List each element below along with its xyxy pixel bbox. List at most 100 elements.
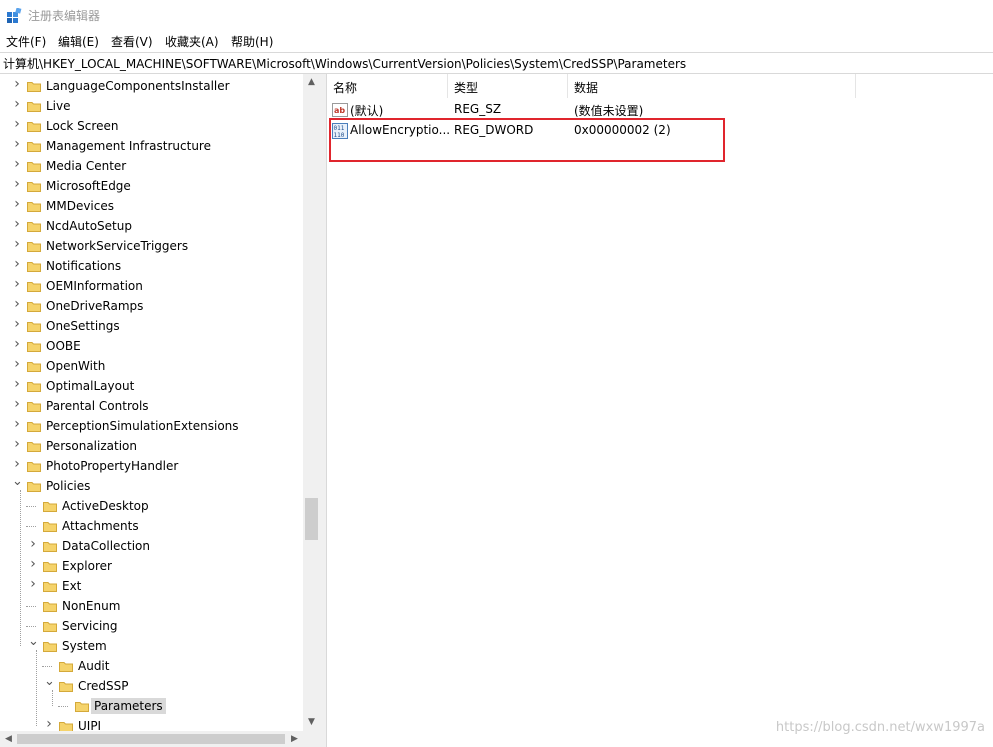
horizontal-scroll-thumb[interactable] bbox=[17, 734, 285, 744]
tree-item-label[interactable]: OneDriveRamps bbox=[43, 298, 146, 314]
chevron-right-icon[interactable]: › bbox=[12, 397, 22, 411]
tree-item[interactable]: › Explorer bbox=[0, 556, 303, 576]
tree-item-label[interactable]: OOBE bbox=[43, 338, 84, 354]
chevron-right-icon[interactable]: › bbox=[12, 277, 22, 291]
tree-item-label[interactable]: LanguageComponentsInstaller bbox=[43, 78, 233, 94]
tree-item[interactable]: › OpenWith bbox=[0, 356, 303, 376]
tree-item[interactable]: › DataCollection bbox=[0, 536, 303, 556]
chevron-right-icon[interactable]: › bbox=[28, 557, 38, 571]
menu-favorites[interactable]: 收藏夹(A) bbox=[165, 33, 219, 50]
tree-item[interactable]: › OneSettings bbox=[0, 316, 303, 336]
chevron-right-icon[interactable]: › bbox=[12, 417, 22, 431]
tree-item-label[interactable]: PerceptionSimulationExtensions bbox=[43, 418, 242, 434]
chevron-right-icon[interactable]: › bbox=[12, 257, 22, 271]
tree-item[interactable]: › Lock Screen bbox=[0, 116, 303, 136]
chevron-right-icon[interactable]: › bbox=[12, 177, 22, 191]
tree-item[interactable]: NonEnum bbox=[0, 596, 303, 616]
tree-item-label[interactable]: ActiveDesktop bbox=[59, 498, 152, 514]
tree-item-label[interactable]: Policies bbox=[43, 478, 93, 494]
tree-item-label[interactable]: OEMInformation bbox=[43, 278, 146, 294]
scroll-thumb[interactable] bbox=[305, 498, 318, 540]
tree-item-label[interactable]: CredSSP bbox=[75, 678, 132, 694]
tree-item-label[interactable]: PhotoPropertyHandler bbox=[43, 458, 181, 474]
tree-item[interactable]: › Parental Controls bbox=[0, 396, 303, 416]
chevron-right-icon[interactable]: › bbox=[12, 317, 22, 331]
tree-item[interactable]: ⌄ CredSSP bbox=[0, 675, 303, 696]
chevron-right-icon[interactable]: › bbox=[28, 537, 38, 551]
tree-item[interactable]: › NcdAutoSetup bbox=[0, 216, 303, 236]
chevron-right-icon[interactable]: › bbox=[12, 217, 22, 231]
values-pane[interactable]: 名称 类型 数据 ab (默认) REG_SZ (数值未设置) 011 110 … bbox=[327, 74, 993, 747]
scroll-up-icon[interactable]: ▲ bbox=[303, 74, 320, 91]
tree-horizontal-scrollbar[interactable]: ◀ ▶ bbox=[0, 731, 303, 747]
tree-item[interactable]: › NetworkServiceTriggers bbox=[0, 236, 303, 256]
tree-item-label[interactable]: Lock Screen bbox=[43, 118, 121, 134]
tree-item[interactable]: ActiveDesktop bbox=[0, 496, 303, 516]
tree-item[interactable]: › Live bbox=[0, 96, 303, 116]
chevron-right-icon[interactable]: › bbox=[12, 337, 22, 351]
pane-splitter[interactable] bbox=[320, 74, 327, 747]
tree-item-label[interactable]: MMDevices bbox=[43, 198, 117, 214]
chevron-down-icon[interactable]: ⌄ bbox=[44, 675, 55, 688]
scroll-right-icon[interactable]: ▶ bbox=[286, 731, 303, 747]
address-bar[interactable]: 计算机\HKEY_LOCAL_MACHINE\SOFTWARE\Microsof… bbox=[0, 52, 993, 74]
chevron-right-icon[interactable]: › bbox=[12, 237, 22, 251]
menu-view[interactable]: 查看(V) bbox=[111, 33, 153, 50]
tree-item[interactable]: › OneDriveRamps bbox=[0, 296, 303, 316]
tree-item-label[interactable]: Parameters bbox=[91, 698, 166, 714]
tree-item[interactable]: › UIPI bbox=[0, 716, 303, 731]
tree-item-label[interactable]: OneSettings bbox=[43, 318, 123, 334]
menu-file[interactable]: 文件(F) bbox=[6, 33, 46, 50]
chevron-right-icon[interactable]: › bbox=[12, 117, 22, 131]
column-header-type[interactable]: 类型 bbox=[448, 74, 568, 98]
menu-edit[interactable]: 编辑(E) bbox=[58, 33, 99, 50]
tree-item-label[interactable]: Servicing bbox=[59, 618, 121, 634]
tree-item[interactable]: Audit bbox=[0, 656, 303, 676]
tree-vertical-scrollbar[interactable]: ▲ ▼ bbox=[303, 74, 320, 731]
scroll-left-icon[interactable]: ◀ bbox=[0, 731, 17, 747]
chevron-right-icon[interactable]: › bbox=[28, 577, 38, 591]
tree-item-label[interactable]: Media Center bbox=[43, 158, 129, 174]
tree-item-label[interactable]: UIPI bbox=[75, 718, 104, 731]
scroll-down-icon[interactable]: ▼ bbox=[303, 714, 320, 731]
chevron-right-icon[interactable]: › bbox=[12, 77, 22, 91]
tree-item-label[interactable]: OptimalLayout bbox=[43, 378, 137, 394]
chevron-right-icon[interactable]: › bbox=[12, 197, 22, 211]
chevron-right-icon[interactable]: › bbox=[12, 297, 22, 311]
tree-item[interactable]: Attachments bbox=[0, 516, 303, 536]
tree-item-label[interactable]: Management Infrastructure bbox=[43, 138, 214, 154]
chevron-right-icon[interactable]: › bbox=[12, 97, 22, 111]
chevron-right-icon[interactable]: › bbox=[12, 137, 22, 151]
tree-item[interactable]: › LanguageComponentsInstaller bbox=[0, 76, 303, 96]
tree-item-label[interactable]: Audit bbox=[75, 658, 112, 674]
tree-item[interactable]: › Notifications bbox=[0, 256, 303, 276]
tree-item-label[interactable]: Live bbox=[43, 98, 74, 114]
chevron-right-icon[interactable]: › bbox=[44, 717, 54, 731]
tree-item-label[interactable]: Explorer bbox=[59, 558, 115, 574]
tree-item[interactable]: › OOBE bbox=[0, 336, 303, 356]
tree-item-label[interactable]: NcdAutoSetup bbox=[43, 218, 135, 234]
tree-item[interactable]: › OptimalLayout bbox=[0, 376, 303, 396]
tree-item[interactable]: ⌄ System bbox=[0, 635, 303, 656]
tree-item-label[interactable]: MicrosoftEdge bbox=[43, 178, 134, 194]
tree-item-label[interactable]: System bbox=[59, 638, 110, 654]
tree-item-label[interactable]: Notifications bbox=[43, 258, 124, 274]
tree-item-label[interactable]: Parental Controls bbox=[43, 398, 152, 414]
tree-item[interactable]: › Ext bbox=[0, 576, 303, 596]
tree-item[interactable]: › MMDevices bbox=[0, 196, 303, 216]
column-header-data[interactable]: 数据 bbox=[568, 74, 856, 98]
tree-item-label[interactable]: NetworkServiceTriggers bbox=[43, 238, 191, 254]
tree-item[interactable]: Parameters bbox=[0, 696, 303, 716]
tree-item-label[interactable]: OpenWith bbox=[43, 358, 108, 374]
tree-item[interactable]: › MicrosoftEdge bbox=[0, 176, 303, 196]
tree-item[interactable]: Servicing bbox=[0, 616, 303, 636]
tree-item-label[interactable]: NonEnum bbox=[59, 598, 123, 614]
chevron-right-icon[interactable]: › bbox=[12, 457, 22, 471]
chevron-right-icon[interactable]: › bbox=[12, 357, 22, 371]
column-header-name[interactable]: 名称 bbox=[327, 74, 448, 98]
key-tree[interactable]: › LanguageComponentsInstaller › Live › Lock S… bbox=[0, 74, 320, 731]
chevron-right-icon[interactable]: › bbox=[12, 377, 22, 391]
chevron-down-icon[interactable]: ⌄ bbox=[12, 475, 23, 488]
tree-item-label[interactable]: Personalization bbox=[43, 438, 140, 454]
tree-item[interactable]: ⌄ Policies bbox=[0, 475, 303, 496]
